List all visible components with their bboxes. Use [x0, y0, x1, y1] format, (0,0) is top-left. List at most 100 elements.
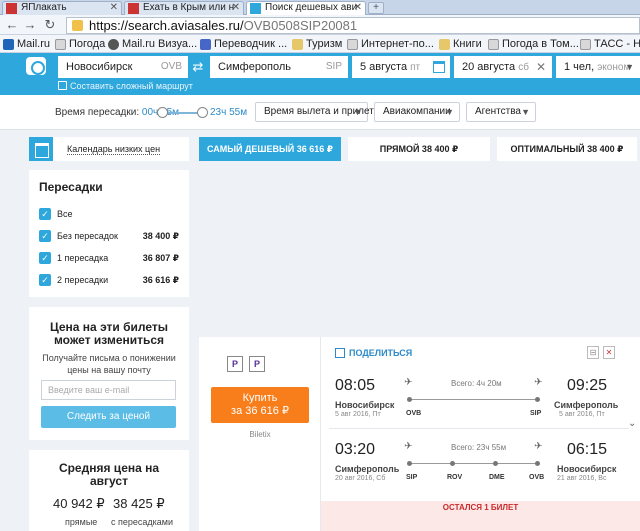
plane-takeoff-icon: ✈ — [404, 441, 413, 452]
complex-route-label: Составить сложный маршрут — [70, 81, 193, 91]
stops-option-label: 1 пересадка — [57, 253, 109, 263]
page-icon — [347, 39, 358, 50]
route-line — [409, 399, 539, 400]
destination-value: Симферополь — [218, 61, 292, 73]
delete-icon[interactable]: ✕ — [603, 346, 615, 359]
calendar-icon[interactable] — [433, 61, 445, 73]
baggage-icon[interactable]: ⊟ — [587, 346, 599, 359]
checkbox-checked-icon[interactable]: ✓ — [39, 208, 51, 220]
stops-option-all[interactable]: ✓ Все — [39, 208, 179, 222]
bookmark-label: Погода в Том... — [502, 38, 579, 50]
back-icon[interactable]: ← — [4, 17, 20, 33]
checkbox-checked-icon[interactable]: ✓ — [39, 274, 51, 286]
stops-option-label: 2 пересадки — [57, 275, 109, 285]
clear-icon[interactable]: ✕ — [536, 56, 546, 78]
page-icon — [580, 39, 591, 50]
aviasales-logo-icon[interactable] — [26, 57, 46, 75]
checkbox-checked-icon[interactable]: ✓ — [39, 230, 51, 242]
bookmark-label: Mail.ru — [17, 38, 51, 50]
bookmark-item[interactable]: Книги — [439, 37, 482, 51]
airlines-filter-dropdown[interactable]: Авиакомпании ▼ — [374, 102, 460, 122]
stops-option-one[interactable]: ✓ 1 пересадка 36 807 ₽ — [39, 252, 179, 266]
outbound-departure-city: Новосибирск — [335, 400, 395, 410]
bookmark-label: Интернет-по... — [361, 38, 434, 50]
inbound-arrival-code: OVB — [529, 474, 545, 481]
bookmark-item[interactable]: Погода — [55, 37, 105, 51]
inbound-stop-code: ROV — [447, 474, 463, 481]
close-icon[interactable]: ✕ — [110, 2, 118, 14]
destination-input[interactable]: Симферополь SIP — [210, 56, 348, 78]
tab-cheapest[interactable]: САМЫЙ ДЕШЕВЫЙ 36 616 ₽ — [199, 137, 341, 161]
bookmark-item[interactable]: Туризм — [292, 37, 342, 51]
bookmark-label: Туризм — [306, 38, 343, 50]
return-date-input[interactable]: 20 августа сб ✕ — [454, 56, 552, 78]
browser-tab[interactable]: Ехать в Крым или н ✕ — [124, 1, 244, 15]
checkbox-checked-icon[interactable]: ✓ — [39, 252, 51, 264]
inbound-departure-city: Симферополь — [335, 464, 400, 474]
folder-icon — [292, 39, 303, 50]
tab-optimal[interactable]: ОПТИМАЛЬНЫЙ 38 400 ₽ — [497, 137, 637, 161]
inbound-departure-code: SIP — [406, 474, 418, 481]
stops-option-two[interactable]: ✓ 2 пересадки 36 616 ₽ — [39, 274, 179, 288]
browser-tab-active[interactable]: Поиск дешевых ави ✕ — [246, 1, 366, 15]
inbound-duration: Всего: 23ч 55м — [451, 443, 507, 452]
translate-icon — [200, 39, 211, 50]
bookmark-label: Переводчик ... — [214, 38, 288, 50]
stops-option-label: Все — [57, 209, 73, 219]
bookmark-icon — [3, 39, 14, 50]
bookmark-item[interactable]: ТАСС - Но — [580, 37, 640, 51]
bookmark-item[interactable]: Mail.ru — [3, 37, 50, 51]
average-price-panel: Средняя цена на август 40 942 ₽ 38 425 ₽… — [29, 450, 189, 531]
average-transfer-label: с пересадками — [111, 517, 174, 527]
times-filter-dropdown[interactable]: Время вылета и прилета ▼ — [255, 102, 379, 122]
stops-option-direct[interactable]: ✓ Без пересадок 38 400 ₽ — [39, 230, 179, 244]
close-icon[interactable]: ✕ — [354, 2, 362, 14]
reload-icon[interactable]: ↻ — [42, 17, 58, 33]
expand-chevron-icon[interactable]: ⌄ — [628, 418, 636, 429]
low-price-calendar-link[interactable]: Календарь низких цен — [29, 137, 189, 161]
bookmark-item[interactable]: Переводчик ... — [200, 37, 287, 51]
bookmark-item[interactable]: Погода в Том... — [488, 37, 579, 51]
email-field[interactable]: Введите ваш e-mail — [41, 380, 176, 400]
inbound-arrival-date: 21 авг 2016, Вс — [557, 475, 607, 482]
outbound-departure-code: OVB — [406, 410, 422, 417]
calendar-link-label: Календарь низких цен — [67, 144, 161, 155]
passengers-select[interactable]: 1 чел, эконом ▼ — [556, 56, 640, 78]
tab-direct[interactable]: ПРЯМОЙ 38 400 ₽ — [348, 137, 490, 161]
bookmark-item[interactable]: Интернет-по... — [347, 37, 434, 51]
route-dot — [535, 461, 540, 466]
slider-max-handle[interactable] — [197, 107, 208, 118]
swap-icon[interactable]: ⇄ — [188, 58, 208, 76]
bookmark-item[interactable]: Mail.ru Визуа... — [108, 37, 197, 51]
lock-icon — [72, 20, 83, 31]
new-tab-button[interactable]: + — [368, 2, 384, 14]
plane-landing-icon: ✈ — [534, 377, 543, 388]
agent-name[interactable]: Biletix — [199, 430, 321, 439]
url-input[interactable]: https://search.aviasales.ru/OVB0508SIP20… — [66, 17, 640, 34]
outbound-arrival-date: 5 авг 2016, Пт — [559, 411, 605, 418]
inbound-arrival-time: 06:15 — [567, 441, 608, 458]
origin-input[interactable]: Новосибирск OVB — [58, 56, 188, 78]
forward-icon[interactable]: → — [22, 17, 38, 33]
stops-option-price: 36 616 ₽ — [142, 275, 179, 285]
follow-price-button[interactable]: Следить за ценой — [41, 406, 176, 428]
favicon-icon — [6, 3, 17, 14]
url-path: OVB0508SIP20081 — [243, 18, 358, 33]
buy-button[interactable]: Купить за 36 616 ₽ — [211, 387, 309, 423]
share-link[interactable]: ПОДЕЛИТЬСЯ — [335, 348, 412, 358]
return-day: сб — [518, 62, 529, 73]
browser-tab-label: Поиск дешевых ави — [265, 2, 358, 13]
subscribe-title: может измениться — [53, 333, 165, 347]
average-transfer-price: 38 425 ₽ — [113, 496, 165, 511]
transfer-slider-track[interactable] — [162, 112, 202, 114]
share-label: ПОДЕЛИТЬСЯ — [349, 348, 413, 358]
slider-min-handle[interactable] — [157, 107, 168, 118]
depart-date-input[interactable]: 5 августа пт — [352, 56, 450, 78]
route-dot — [493, 461, 498, 466]
inbound-departure-time: 03:20 — [335, 441, 376, 458]
browser-tab-label: ЯПлакать — [21, 2, 67, 13]
browser-tab[interactable]: ЯПлакать ✕ — [2, 1, 122, 15]
agencies-filter-dropdown[interactable]: Агентства ▼ — [466, 102, 536, 122]
close-icon[interactable]: ✕ — [232, 2, 240, 14]
complex-route-link[interactable]: Составить сложный маршрут — [58, 81, 193, 91]
